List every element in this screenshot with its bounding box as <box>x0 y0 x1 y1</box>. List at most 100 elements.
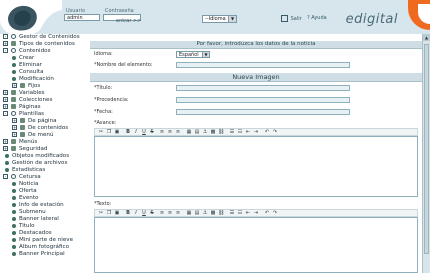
expand-icon[interactable]: + <box>12 118 17 123</box>
table-icon[interactable]: ▦ <box>186 129 192 135</box>
ayuda-link[interactable]: ? Ayuda <box>307 15 327 21</box>
tree-item-plantillas[interactable]: - Plantillas <box>3 111 44 118</box>
cut-icon[interactable]: ✂ <box>98 129 104 135</box>
link-icon[interactable]: ⛓ <box>218 129 224 135</box>
strike-icon[interactable]: S <box>149 210 155 216</box>
italic-icon[interactable]: I <box>133 210 139 216</box>
nombre-input[interactable] <box>176 62 350 68</box>
tree-item-info-estacion[interactable]: Info de estación <box>12 202 64 209</box>
tree-item-gestor[interactable]: - Gestor de Contenidos <box>3 34 80 41</box>
expand-icon[interactable]: + <box>3 146 8 151</box>
texto-editor-area[interactable] <box>94 217 418 273</box>
tree-item-banner-principal[interactable]: Banner Principal <box>12 251 65 258</box>
tree-item-paginas[interactable]: + Páginas <box>3 104 41 111</box>
unordered-list-icon[interactable]: ☷ <box>237 129 243 135</box>
tree-item-menus[interactable]: + Menús <box>3 139 37 146</box>
redo-icon[interactable]: ↷ <box>272 210 278 216</box>
undo-icon[interactable]: ↶ <box>264 129 270 135</box>
italic-icon[interactable]: I <box>133 129 139 135</box>
titulo-input[interactable] <box>176 85 350 91</box>
anchor-icon[interactable]: ⚓ <box>202 210 208 216</box>
tree-item-oferta[interactable]: Oferta <box>12 188 37 195</box>
idioma-select[interactable]: --Idioma ▼ <box>202 15 237 23</box>
tree-item-destacados[interactable]: Destacados <box>12 230 52 237</box>
tree-item-de-menu[interactable]: + De menú <box>12 132 54 139</box>
tree-item-archivos[interactable]: Gestión de archivos <box>5 160 67 167</box>
tree-item-banner-lateral[interactable]: Banner lateral <box>12 216 59 223</box>
procedencia-input[interactable] <box>176 97 350 103</box>
indent-icon[interactable]: ⇥ <box>253 129 259 135</box>
outdent-icon[interactable]: ⇤ <box>245 129 251 135</box>
anchor-icon[interactable]: ⚓ <box>202 129 208 135</box>
tree-item-de-pagina[interactable]: + De página <box>12 118 57 125</box>
tree-item-album[interactable]: Album fotográfico <box>12 244 69 251</box>
tree-item-de-contenidos[interactable]: + De contenidos <box>12 125 68 132</box>
tree-item-modificacion[interactable]: Modificación <box>12 76 54 83</box>
tree-item-evento[interactable]: Evento <box>12 195 38 202</box>
redo-icon[interactable]: ↷ <box>272 129 278 135</box>
table-row-icon[interactable]: ▤ <box>194 129 200 135</box>
ordered-list-icon[interactable]: ☰ <box>229 129 235 135</box>
align-center-icon[interactable]: ≡ <box>167 129 173 135</box>
collapse-icon[interactable]: - <box>3 48 8 53</box>
expand-icon[interactable]: + <box>3 97 8 102</box>
tree-item-colecciones[interactable]: + Colecciones <box>3 97 52 104</box>
tree-item-tipos[interactable]: + Tipos de contenidos <box>3 41 75 48</box>
tree-item-variables[interactable]: + Variables <box>3 90 45 97</box>
paste-icon[interactable]: ▣ <box>114 210 120 216</box>
link-icon[interactable]: ⛓ <box>218 210 224 216</box>
tree-item-estadisticas[interactable]: Estadísticas <box>5 167 45 174</box>
outdent-icon[interactable]: ⇤ <box>245 210 251 216</box>
tree-item-contenidos[interactable]: - Contenidos <box>3 48 51 55</box>
align-right-icon[interactable]: ≡ <box>175 129 181 135</box>
underline-icon[interactable]: U <box>141 129 147 135</box>
undo-icon[interactable]: ↶ <box>264 210 270 216</box>
bold-icon[interactable]: B <box>125 210 131 216</box>
scroll-up-arrow-icon[interactable]: ▲ <box>423 34 430 41</box>
paste-icon[interactable]: ▣ <box>114 129 120 135</box>
copy-icon[interactable]: ❐ <box>106 210 112 216</box>
ordered-list-icon[interactable]: ☰ <box>229 210 235 216</box>
usuario-input[interactable]: admin <box>64 14 100 21</box>
unordered-list-icon[interactable]: ☷ <box>237 210 243 216</box>
vertical-scrollbar[interactable]: ▲ <box>422 34 430 273</box>
expand-icon[interactable]: + <box>3 139 8 144</box>
idioma-form-select[interactable]: Español ▼ <box>176 51 210 58</box>
bold-icon[interactable]: B <box>125 129 131 135</box>
align-left-icon[interactable]: ≡ <box>159 210 165 216</box>
avance-editor-area[interactable] <box>94 136 418 197</box>
tree-item-crear[interactable]: Crear <box>12 55 34 62</box>
strike-icon[interactable]: S <box>149 129 155 135</box>
tree-item-consulta[interactable]: Consulta <box>12 69 44 76</box>
image-icon[interactable]: ▩ <box>210 129 216 135</box>
align-right-icon[interactable]: ≡ <box>175 210 181 216</box>
expand-icon[interactable]: + <box>12 83 17 88</box>
expand-icon[interactable]: + <box>12 125 17 130</box>
indent-icon[interactable]: ⇥ <box>253 210 259 216</box>
fecha-input[interactable] <box>176 109 350 115</box>
expand-icon[interactable]: + <box>3 90 8 95</box>
collapse-icon[interactable]: - <box>3 111 8 116</box>
image-icon[interactable]: ▩ <box>210 210 216 216</box>
table-icon[interactable]: ▦ <box>186 210 192 216</box>
align-center-icon[interactable]: ≡ <box>167 210 173 216</box>
expand-icon[interactable]: + <box>3 104 8 109</box>
tree-item-noticia[interactable]: Noticia <box>12 181 38 188</box>
expand-icon[interactable]: + <box>12 132 17 137</box>
collapse-icon[interactable]: - <box>3 174 8 179</box>
table-row-icon[interactable]: ▤ <box>194 210 200 216</box>
tree-item-mini-parte[interactable]: Mini parte de nieve <box>12 237 73 244</box>
tree-item-eliminar[interactable]: Eliminar <box>12 62 42 69</box>
underline-icon[interactable]: U <box>141 210 147 216</box>
entrar-button[interactable]: entrar >> <box>116 18 141 24</box>
cut-icon[interactable]: ✂ <box>98 210 104 216</box>
tree-item-submenu[interactable]: Submenu <box>12 209 46 216</box>
collapse-icon[interactable]: - <box>3 34 8 39</box>
tree-item-titulo[interactable]: Titulo <box>12 223 35 230</box>
expand-icon[interactable]: + <box>3 41 8 46</box>
tree-item-seguridad[interactable]: + Seguridad <box>3 146 47 153</box>
tree-item-fijos[interactable]: + Fijos <box>12 83 40 90</box>
copy-icon[interactable]: ❐ <box>106 129 112 135</box>
tree-item-objetos[interactable]: Objetos modificados <box>5 153 69 160</box>
tree-item-cetursa[interactable]: - Cetursa <box>3 174 41 181</box>
